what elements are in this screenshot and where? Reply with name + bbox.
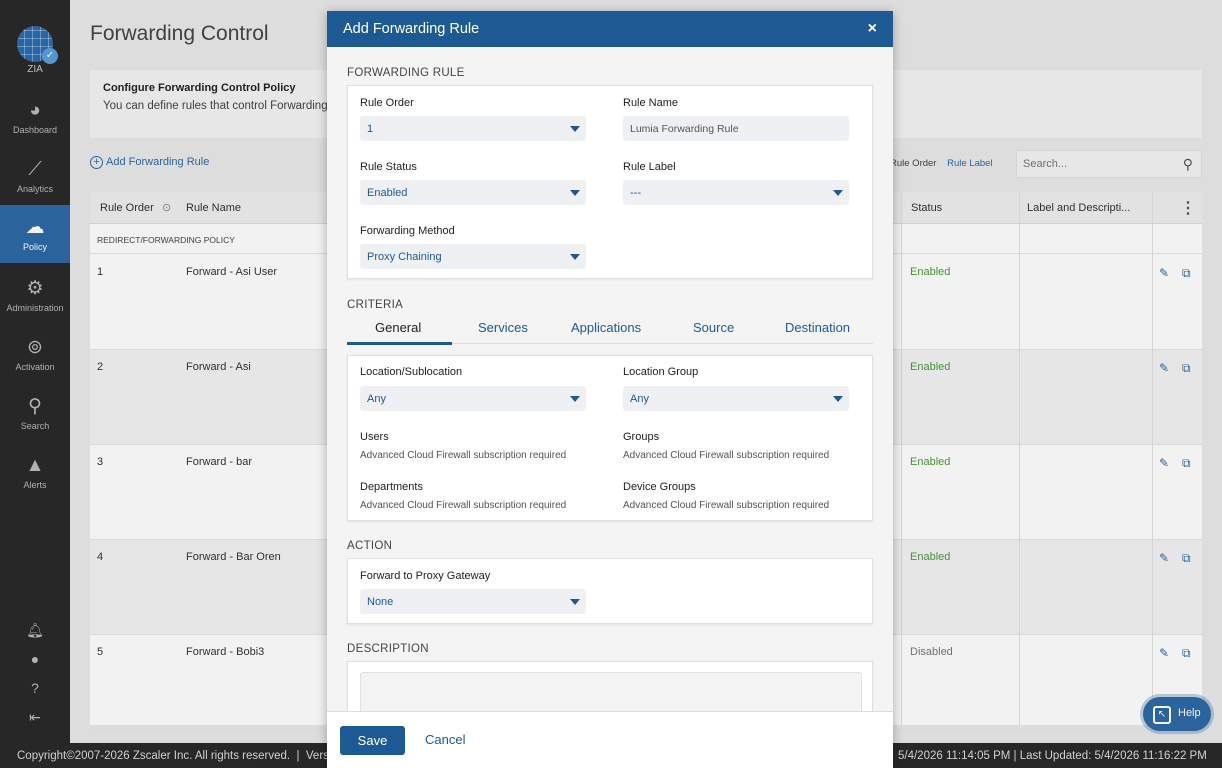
proxy-gateway-select[interactable]: None — [360, 589, 586, 614]
rule-name-input[interactable] — [623, 116, 849, 141]
criteria-card: Location/Sublocation Any Location Group … — [347, 355, 873, 521]
dialog-header: Add Forwarding Rule × — [327, 11, 893, 47]
cancel-button[interactable]: Cancel — [425, 732, 465, 747]
close-icon[interactable]: × — [868, 20, 877, 38]
save-button[interactable]: Save — [340, 726, 405, 755]
description-card — [347, 661, 873, 711]
rule-order-value: 1 — [367, 123, 374, 135]
forwarding-method-value: Proxy Chaining — [367, 251, 442, 263]
caret-down-icon — [570, 126, 580, 132]
add-forwarding-rule-dialog: Add Forwarding Rule × FORWARDING RULE Ru… — [327, 11, 893, 768]
rule-label-label: Rule Label — [623, 161, 676, 173]
rule-order-select[interactable]: 1 — [360, 116, 586, 141]
tab-services[interactable]: Services — [478, 320, 528, 335]
proxy-gateway-label: Forward to Proxy Gateway — [360, 570, 491, 582]
tab-source[interactable]: Source — [693, 320, 734, 335]
active-tab-indicator — [347, 342, 452, 345]
rule-status-select[interactable]: Enabled — [360, 180, 586, 205]
forwarding-method-select[interactable]: Proxy Chaining — [360, 244, 586, 269]
location-group-label: Location Group — [623, 366, 699, 378]
departments-label: Departments — [360, 481, 423, 493]
rule-label-value: --- — [630, 187, 641, 199]
caret-down-icon — [833, 190, 843, 196]
dialog-title: Add Forwarding Rule — [343, 21, 480, 37]
caret-down-icon — [833, 396, 843, 402]
dialog-footer: Save Cancel — [327, 711, 893, 768]
caret-down-icon — [570, 254, 580, 260]
users-note: Advanced Cloud Firewall subscription req… — [360, 450, 567, 461]
forwarding-method-label: Forwarding Method — [360, 225, 455, 237]
caret-down-icon — [570, 599, 580, 605]
tab-destination[interactable]: Destination — [785, 320, 850, 335]
forwarding-rule-card: Rule Order 1 Rule Name Rule Status Enabl… — [347, 85, 873, 279]
location-group-value: Any — [630, 393, 649, 405]
criteria-tabs: General Services Applications Source Des… — [347, 316, 873, 345]
action-card: Forward to Proxy Gateway None — [347, 558, 873, 624]
groups-label: Groups — [623, 431, 660, 443]
section-action: ACTION — [347, 540, 393, 552]
location-group-select[interactable]: Any — [623, 386, 849, 411]
section-criteria: CRITERIA — [347, 299, 404, 311]
groups-note: Advanced Cloud Firewall subscription req… — [623, 450, 830, 461]
location-select[interactable]: Any — [360, 386, 586, 411]
location-value: Any — [367, 393, 386, 405]
caret-down-icon — [570, 190, 580, 196]
device-groups-label: Device Groups — [623, 481, 696, 493]
rule-status-value: Enabled — [367, 187, 408, 199]
caret-down-icon — [570, 396, 580, 402]
rule-label-select[interactable]: --- — [623, 180, 849, 205]
device-groups-note: Advanced Cloud Firewall subscription req… — [623, 500, 830, 511]
rule-status-label: Rule Status — [360, 161, 417, 173]
departments-note: Advanced Cloud Firewall subscription req… — [360, 500, 567, 511]
tab-general[interactable]: General — [375, 320, 421, 335]
description-textarea[interactable] — [360, 672, 862, 711]
rule-name-label: Rule Name — [623, 97, 679, 109]
tab-applications[interactable]: Applications — [571, 320, 641, 335]
users-label: Users — [360, 431, 389, 443]
section-description: DESCRIPTION — [347, 643, 429, 655]
section-forwarding-rule: FORWARDING RULE — [347, 67, 465, 79]
location-label: Location/Sublocation — [360, 366, 463, 378]
rule-order-label: Rule Order — [360, 97, 414, 109]
proxy-gateway-value: None — [367, 596, 394, 608]
